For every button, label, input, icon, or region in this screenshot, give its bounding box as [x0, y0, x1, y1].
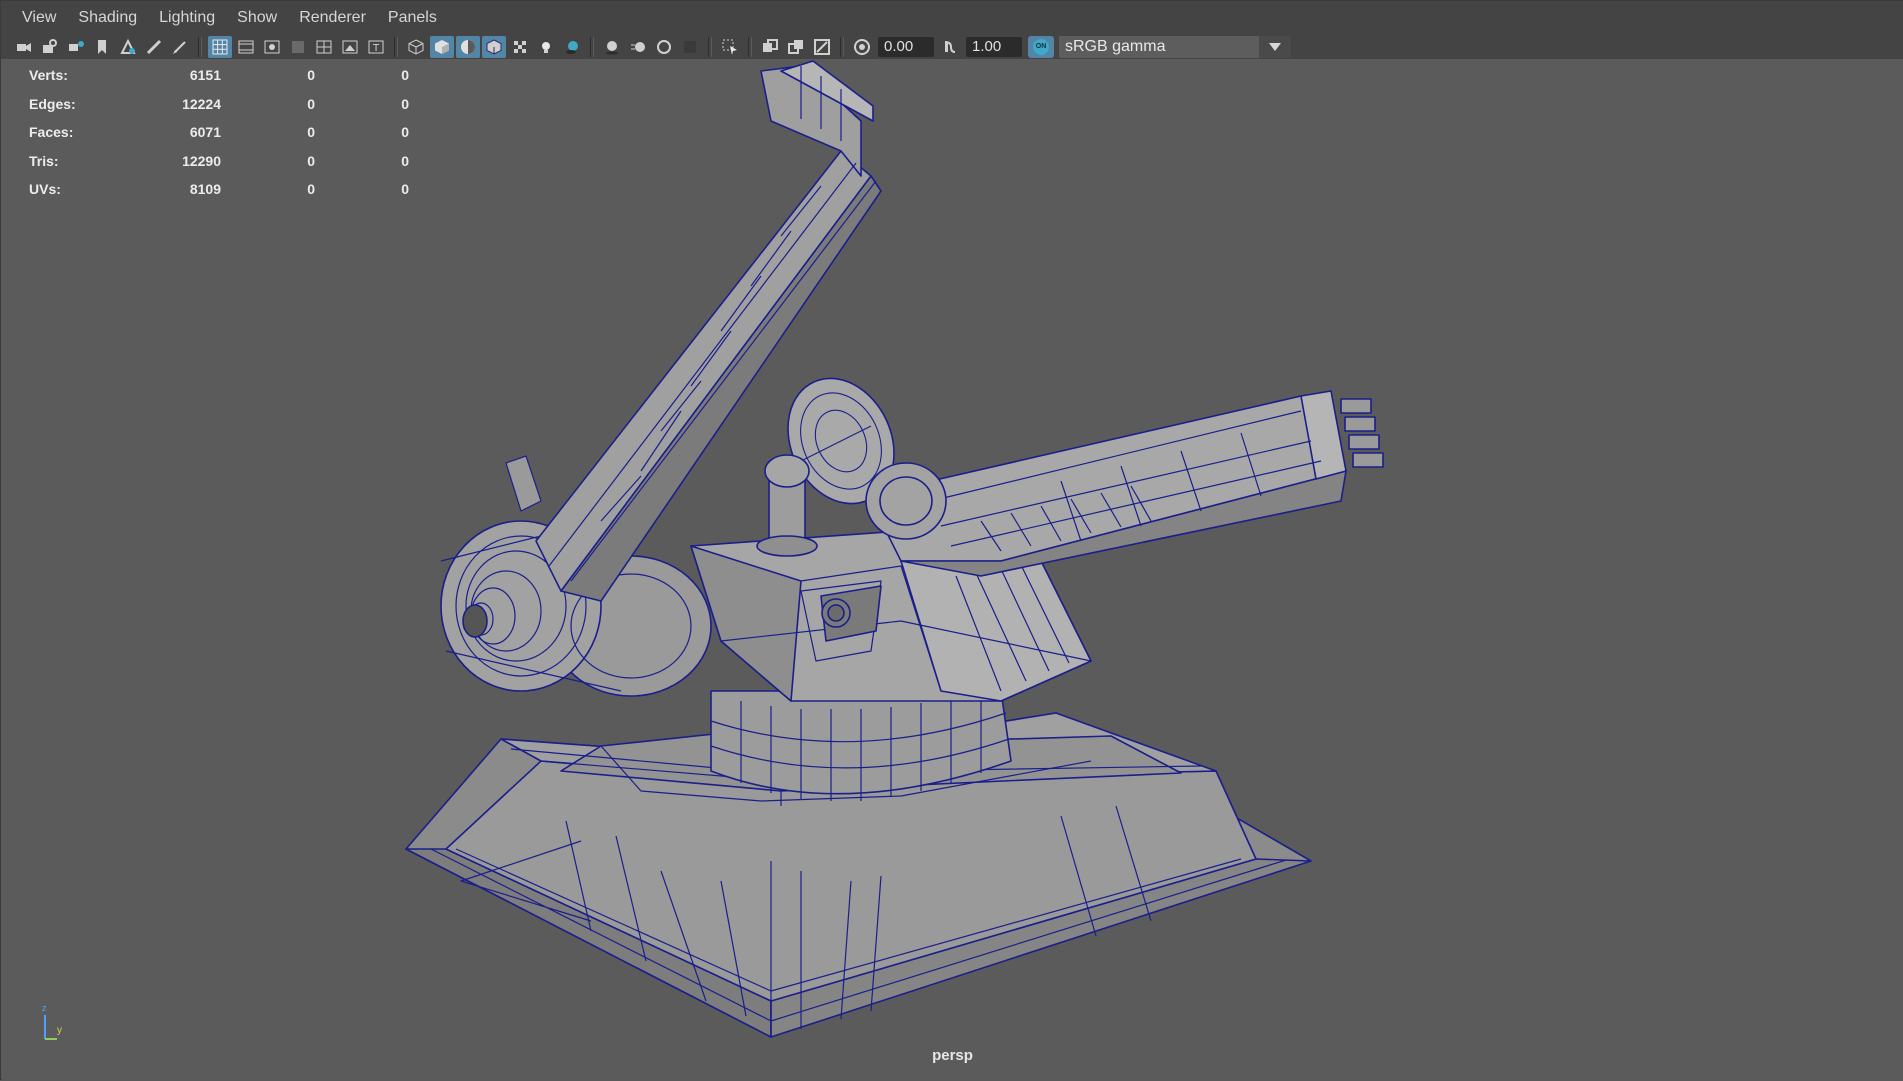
hud-value: 0: [307, 67, 315, 84]
hud-label: Faces:: [29, 124, 74, 141]
hud-label: Tris:: [29, 152, 59, 169]
hud-row-uvs: UVs: 8109 0 0: [29, 175, 409, 204]
hud-value: 0: [401, 181, 409, 198]
hud-label: UVs:: [29, 181, 61, 198]
hud-row-tris: Tris: 12290 0 0: [29, 147, 409, 176]
hud-row-edges: Edges: 12224 0 0: [29, 90, 409, 119]
hud-value: 0: [307, 152, 315, 169]
hud-label: Verts:: [29, 67, 68, 84]
hud-value: 0: [401, 67, 409, 84]
axis-gizmo-icon: z y: [42, 1003, 62, 1040]
hud-value: 0: [307, 124, 315, 141]
hud-value: 0: [307, 181, 315, 198]
axis-z-label: z: [42, 1003, 47, 1013]
poly-count-hud: Verts: 6151 0 0 Edges: 12224 0 0 Faces: …: [29, 61, 409, 204]
hud-row-verts: Verts: 6151 0 0: [29, 61, 409, 90]
hud-value: 0: [401, 124, 409, 141]
maya-viewport-panel: View Shading Lighting Show Renderer Pane…: [0, 0, 1903, 1080]
hud-label: Edges:: [29, 95, 76, 112]
hud-value: 12290: [182, 152, 221, 169]
camera-name-label: persp: [932, 1047, 973, 1064]
axis-y-label: y: [57, 1025, 62, 1036]
hud-value: 0: [401, 95, 409, 112]
hud-value: 0: [307, 95, 315, 112]
hud-value: 0: [401, 152, 409, 169]
hud-value: 6071: [189, 124, 221, 141]
hud-value: 8109: [189, 181, 221, 198]
hud-value: 12224: [182, 95, 221, 112]
hud-row-faces: Faces: 6071 0 0: [29, 118, 409, 147]
hud-value: 6151: [189, 67, 221, 84]
